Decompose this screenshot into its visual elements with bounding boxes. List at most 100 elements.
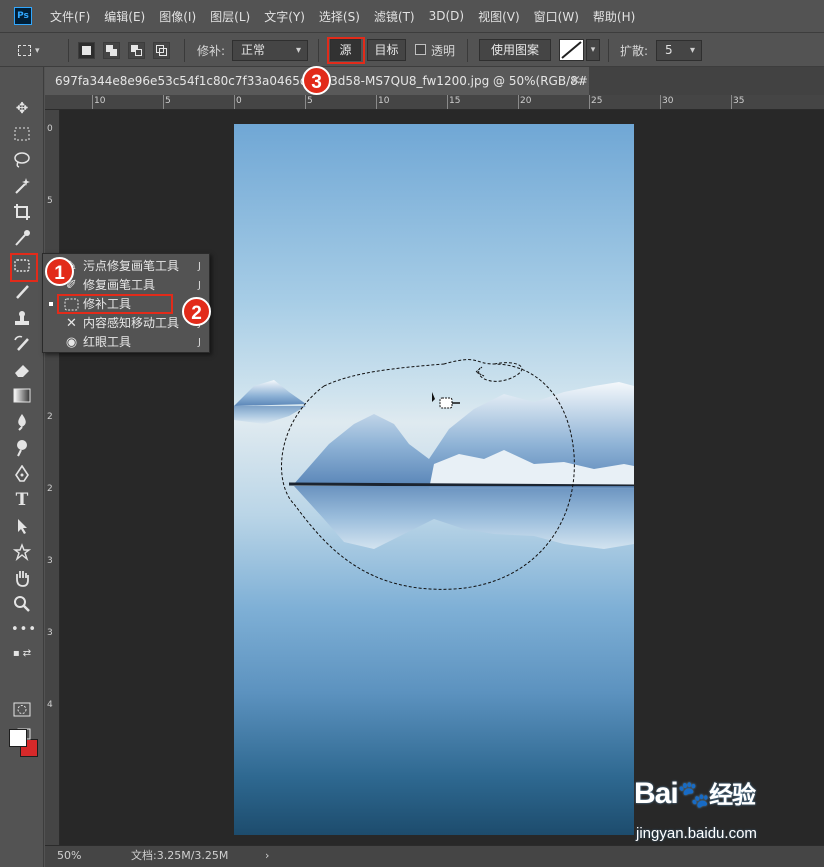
content-aware-move-icon: ✕	[66, 316, 77, 331]
baidu-jingyan-watermark: Bai🐾经验 jingyan.baidu.com	[628, 775, 818, 855]
zoom-tool-icon[interactable]	[11, 593, 33, 615]
diffusion-value: 5	[665, 43, 673, 57]
pattern-swatch[interactable]	[559, 39, 584, 61]
swap-colors-icon[interactable]: ▪ ⇄	[11, 643, 33, 665]
transparent-checkbox[interactable]	[415, 44, 426, 55]
patch-mode-select[interactable]: 正常 ▾	[232, 40, 308, 61]
tools-panel: ✥ T ••• ▪ ⇄	[0, 67, 44, 867]
ruler-label: 10	[378, 96, 390, 106]
menu-view[interactable]: 视图(V)	[478, 8, 520, 25]
clone-stamp-tool-icon[interactable]	[11, 307, 33, 329]
menu-item-red-eye[interactable]: ◉ 红眼工具 J	[43, 333, 209, 352]
menu-item-label: 内容感知移动工具	[83, 316, 180, 330]
menu-bar: Ps 文件(F) 编辑(E) 图像(I) 图层(L) 文字(Y) 选择(S) 滤…	[0, 0, 824, 32]
chevron-down-icon: ▾	[35, 45, 40, 56]
document-size: 文档:3.25M/3.25M	[131, 849, 229, 862]
more-tools-icon[interactable]: •••	[11, 619, 36, 641]
menu-window[interactable]: 窗口(W)	[534, 8, 579, 25]
menu-type[interactable]: 文字(Y)	[264, 8, 305, 25]
ruler-label: 10	[94, 96, 106, 106]
tool-preset-picker[interactable]: ▾	[18, 41, 60, 60]
menu-image[interactable]: 图像(I)	[159, 8, 196, 25]
patch-preset-icon	[18, 45, 31, 56]
ruler-label: 2	[47, 412, 53, 422]
transparent-label: 透明	[431, 44, 456, 58]
ruler-label: 3	[47, 556, 53, 566]
iceberg-scene	[234, 359, 634, 590]
pattern-dropdown[interactable]: ▾	[586, 39, 600, 61]
new-selection-button[interactable]	[78, 42, 95, 59]
red-eye-icon: ◉	[65, 335, 78, 350]
eraser-tool-icon[interactable]	[11, 359, 33, 381]
menu-file[interactable]: 文件(F)	[50, 8, 90, 25]
menu-select[interactable]: 选择(S)	[319, 8, 360, 25]
move-tool-icon[interactable]: ✥	[11, 97, 33, 119]
ruler-origin[interactable]	[45, 95, 60, 110]
shortcut-key: J	[198, 337, 201, 348]
ruler-label: 25	[591, 96, 603, 106]
menu-item-label: 污点修复画笔工具	[83, 259, 180, 273]
brush-tool-icon[interactable]	[11, 281, 33, 303]
menu-3d[interactable]: 3D(D)	[429, 9, 464, 23]
ruler-label: 5	[307, 96, 313, 106]
gradient-tool-icon[interactable]	[11, 385, 33, 407]
target-button[interactable]: 目标	[367, 39, 406, 61]
divider	[68, 39, 69, 62]
patch-mode-value: 正常	[241, 43, 266, 57]
menu-item-label: 红眼工具	[83, 335, 132, 349]
step-badge-1: 1	[45, 257, 74, 286]
vertical-ruler[interactable]: 0 5 1 1 2 2 3 3 4	[45, 110, 60, 845]
divider	[184, 39, 185, 62]
ruler-label: 3	[47, 628, 53, 638]
zoom-level[interactable]: 50%	[57, 846, 81, 866]
menu-filter[interactable]: 滤镜(T)	[374, 8, 415, 25]
ruler-label: 0	[47, 124, 53, 134]
add-to-selection-button[interactable]	[103, 42, 120, 59]
menu-layer[interactable]: 图层(L)	[210, 8, 250, 25]
close-icon[interactable]: ×	[570, 67, 581, 95]
active-tool-indicator	[49, 302, 53, 306]
divider	[608, 39, 609, 62]
ruler-label: 15	[449, 96, 461, 106]
ruler-label: 2	[47, 484, 53, 494]
divider	[467, 39, 468, 62]
hand-tool-icon[interactable]	[11, 567, 33, 589]
ruler-label: 4	[47, 700, 53, 710]
shortcut-key: J	[198, 261, 201, 272]
quick-mask-icon[interactable]	[11, 699, 33, 721]
subtract-from-selection-button[interactable]	[128, 42, 145, 59]
ruler-label: 5	[47, 196, 53, 206]
eyedropper-tool-icon[interactable]	[11, 227, 33, 249]
pattern-none-icon	[561, 41, 582, 59]
pen-tool-icon[interactable]	[11, 463, 33, 485]
status-menu-arrow-icon[interactable]: ›	[265, 846, 269, 866]
ruler-label: 35	[733, 96, 745, 106]
dodge-tool-icon[interactable]	[11, 437, 33, 459]
patch-label: 修补:	[197, 44, 226, 58]
color-swatches[interactable]	[8, 727, 40, 759]
crop-tool-icon[interactable]	[11, 201, 33, 223]
menu-item-label: 修复画笔工具	[83, 278, 156, 292]
lasso-tool-icon[interactable]	[11, 149, 33, 171]
diffusion-select[interactable]: 5 ▾	[656, 40, 702, 61]
foreground-color-swatch[interactable]	[9, 729, 27, 747]
custom-shape-tool-icon[interactable]	[11, 541, 33, 563]
history-brush-tool-icon[interactable]	[11, 333, 33, 355]
ruler-label: 20	[520, 96, 532, 106]
blur-tool-icon[interactable]	[11, 411, 33, 433]
horizontal-ruler[interactable]: 10 5 0 5 10 15 20 25 30 35	[59, 95, 824, 110]
menu-edit[interactable]: 编辑(E)	[104, 8, 145, 25]
menu-help[interactable]: 帮助(H)	[593, 8, 635, 25]
step-badge-2: 2	[182, 297, 211, 326]
document-image[interactable]	[234, 124, 634, 835]
type-tool-icon[interactable]: T	[11, 489, 33, 511]
magic-wand-tool-icon[interactable]	[11, 175, 33, 197]
highlight-box-tool	[10, 253, 38, 282]
highlight-box-source	[327, 37, 365, 64]
marquee-tool-icon[interactable]	[11, 123, 33, 145]
ruler-label: 0	[236, 96, 242, 106]
use-pattern-button[interactable]: 使用图案	[479, 39, 551, 61]
path-selection-tool-icon[interactable]	[11, 515, 33, 537]
divider	[318, 39, 319, 62]
intersect-selection-button[interactable]	[153, 42, 170, 59]
